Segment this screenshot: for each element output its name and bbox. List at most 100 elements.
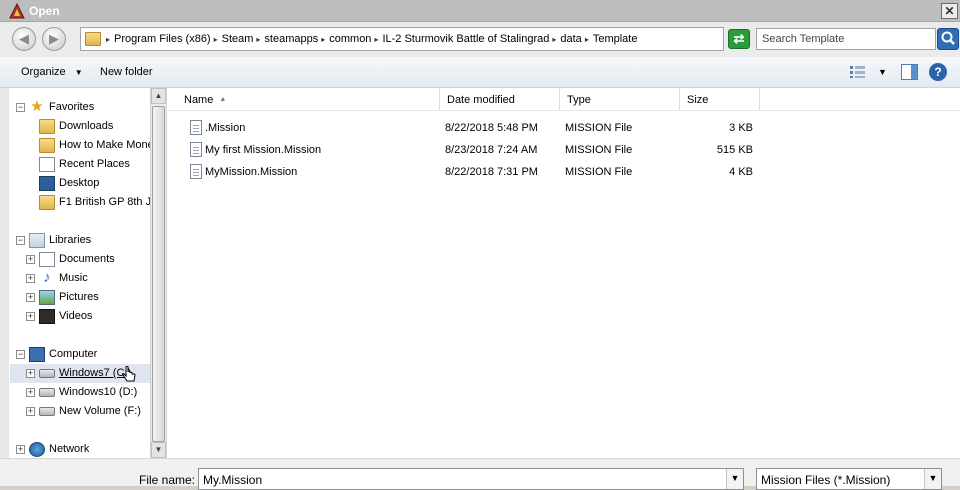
nav-item-pictures[interactable]: + Pictures	[10, 288, 150, 307]
nav-scrollbar[interactable]: ▲ ▼	[150, 88, 166, 458]
network-icon	[29, 442, 45, 457]
nav-favorites[interactable]: − ★ Favorites	[10, 98, 150, 117]
nav-computer[interactable]: − Computer	[10, 345, 150, 364]
new-folder-button[interactable]: New folder	[100, 66, 153, 78]
help-icon[interactable]: ?	[929, 63, 947, 81]
collapse-icon[interactable]: −	[16, 103, 25, 112]
breadcrumb-il2[interactable]: IL-2 Sturmovik Battle of Stalingrad	[382, 33, 549, 45]
file-row[interactable]: MyMission.Mission 8/22/2018 7:31 PM MISS…	[187, 162, 777, 182]
search-input[interactable]: Search Template	[756, 28, 936, 50]
nav-label: Libraries	[49, 234, 92, 246]
view-dropdown-icon[interactable]: ▼	[878, 67, 887, 77]
file-row[interactable]: My first Mission.Mission 8/23/2018 7:24 …	[187, 140, 777, 160]
nav-network[interactable]: + Network	[10, 440, 150, 459]
nav-label: Music	[59, 272, 88, 284]
breadcrumb-steamapps[interactable]: steamapps	[264, 33, 318, 45]
nav-item-desktop[interactable]: Desktop	[10, 174, 150, 193]
title-bar: Open ✕	[0, 0, 960, 22]
expand-icon[interactable]: +	[16, 445, 25, 454]
breadcrumb-program-files[interactable]: Program Files (x86)	[114, 33, 211, 45]
breadcrumb-common[interactable]: common	[329, 33, 371, 45]
address-bar[interactable]: ▸ Program Files (x86) ▸ Steam ▸ steamapps ▸ com…	[80, 27, 796, 51]
refresh-button[interactable]: ⇄	[728, 29, 750, 49]
nav-label: Videos	[59, 310, 93, 322]
search-button[interactable]	[937, 28, 959, 50]
chevron-right-icon[interactable]: ▸	[585, 35, 589, 44]
nav-item-documents[interactable]: + Documents	[10, 250, 150, 269]
open-dialog: Open ✕ ◀ ▶ ▸ Program Files (x86) ▸ Steam ▸ st…	[0, 0, 960, 490]
chevron-right-icon[interactable]: ▸	[256, 35, 260, 44]
nav-item-downloads[interactable]: Downloads	[10, 117, 150, 136]
nav-label: Computer	[49, 348, 98, 360]
nav-item-music[interactable]: + ♪ Music	[10, 269, 150, 288]
hand-cursor-icon	[122, 366, 136, 382]
preview-pane-icon[interactable]	[901, 64, 918, 80]
chevron-right-icon[interactable]: ▸	[552, 35, 556, 44]
expand-icon[interactable]: +	[26, 369, 35, 378]
breadcrumb-steam[interactable]: Steam	[222, 33, 254, 45]
scroll-up-icon[interactable]: ▲	[151, 88, 166, 104]
file-type-filter[interactable]: Mission Files (*.Mission)	[756, 468, 942, 490]
file-date: 8/22/2018 5:48 PM	[445, 122, 538, 134]
organize-label: Organize	[21, 66, 66, 78]
collapse-icon[interactable]: −	[16, 236, 25, 245]
column-header-type[interactable]: Type	[560, 88, 680, 110]
nav-label: Network	[49, 443, 90, 455]
nav-item-f1-british-gp[interactable]: F1 British GP 8th Ju	[10, 193, 150, 212]
address-row: ◀ ▶ ▸ Program Files (x86) ▸ Steam ▸ steamapps…	[0, 22, 960, 57]
expand-icon[interactable]: +	[26, 388, 35, 397]
breadcrumb-data[interactable]: data	[560, 33, 581, 45]
expand-icon[interactable]: +	[26, 274, 35, 283]
nav-libraries[interactable]: − Libraries	[10, 231, 150, 250]
column-header-size[interactable]: Size	[680, 88, 760, 110]
recent-places-icon	[39, 157, 55, 172]
star-icon: ★	[30, 98, 44, 115]
collapse-icon[interactable]: −	[16, 350, 25, 359]
nav-label: New Volume (F:)	[59, 405, 141, 417]
file-size: 3 KB	[729, 122, 753, 134]
chevron-right-icon[interactable]: ▸	[106, 35, 110, 44]
downloads-folder-icon	[39, 119, 55, 134]
scroll-thumb[interactable]	[152, 106, 165, 442]
scroll-down-icon[interactable]: ▼	[151, 442, 166, 458]
refresh-icon: ⇄	[733, 31, 745, 46]
file-type: MISSION File	[565, 166, 633, 178]
expand-icon[interactable]: +	[26, 293, 35, 302]
file-row[interactable]: .Mission 8/22/2018 5:48 PM MISSION File …	[187, 118, 777, 138]
nav-label: Windows10 (D:)	[59, 386, 138, 398]
forward-button[interactable]: ▶	[42, 27, 66, 51]
music-icon: ♪	[43, 269, 51, 286]
nav-item-new-volume-f[interactable]: + New Volume (F:)	[10, 402, 150, 421]
view-options-icon[interactable]	[849, 65, 866, 79]
search-icon	[941, 31, 955, 45]
nav-item-how-to-make[interactable]: How to Make Mone	[10, 136, 150, 155]
libraries-icon	[29, 233, 45, 248]
column-header-date[interactable]: Date modified	[440, 88, 560, 110]
column-header-name[interactable]: Name ▲	[177, 88, 440, 110]
file-icon	[190, 164, 202, 179]
nav-label: Desktop	[59, 177, 100, 189]
app-icon	[9, 3, 25, 19]
expand-icon[interactable]: +	[26, 407, 35, 416]
nav-item-videos[interactable]: + Videos	[10, 307, 150, 326]
organize-button[interactable]: Organize ▼	[21, 66, 83, 78]
chevron-right-icon[interactable]: ▸	[321, 35, 325, 44]
expand-icon[interactable]: +	[26, 255, 35, 264]
nav-item-recent-places[interactable]: Recent Places	[10, 155, 150, 174]
file-list: Name ▲ Date modified Type Size .Mission 8…	[169, 88, 960, 458]
close-button[interactable]: ✕	[941, 3, 958, 19]
nav-label: F1 British GP 8th Ju	[59, 196, 150, 208]
expand-icon[interactable]: +	[26, 312, 35, 321]
file-name-input[interactable]: My.Mission	[198, 468, 744, 490]
chevron-right-icon[interactable]: ▸	[214, 35, 218, 44]
file-name-dropdown-icon[interactable]: ▼	[726, 469, 743, 489]
back-button[interactable]: ◀	[12, 27, 36, 51]
chevron-right-icon[interactable]: ▸	[374, 35, 378, 44]
filter-dropdown-icon[interactable]: ▼	[924, 469, 941, 489]
folder-icon	[39, 138, 55, 153]
breadcrumb-template[interactable]: Template	[593, 33, 638, 45]
file-date: 8/23/2018 7:24 AM	[445, 144, 538, 156]
navigation-pane: − ★ Favorites Downloads How to Make Mone…	[0, 88, 166, 458]
file-icon	[190, 142, 202, 157]
videos-icon	[39, 309, 55, 324]
